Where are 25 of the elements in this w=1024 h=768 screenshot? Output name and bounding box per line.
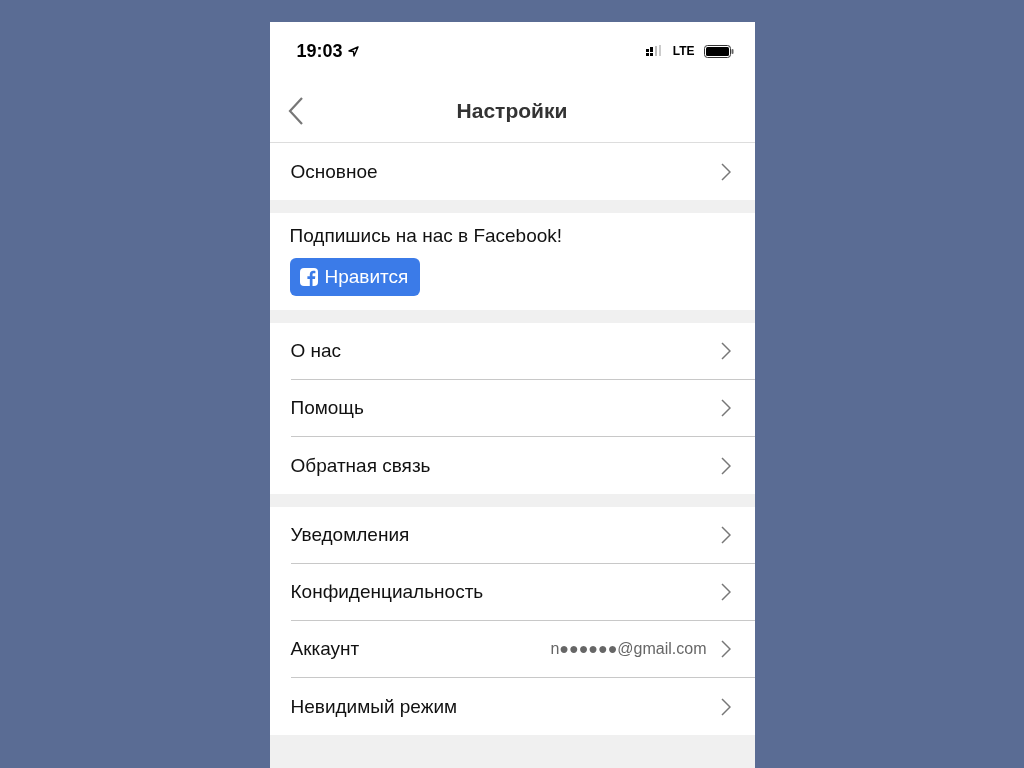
battery-icon xyxy=(703,44,734,58)
account-email: n●●●●●●@gmail.com xyxy=(550,640,707,658)
chevron-icon xyxy=(720,697,731,716)
chevron-icon xyxy=(720,640,731,658)
status-time: 19:03 xyxy=(296,40,343,62)
chevron-icon xyxy=(720,162,731,181)
promo-text: Подпишись на нас в Facebook! xyxy=(289,225,563,247)
chevron-icon xyxy=(720,399,731,417)
screen-title: Настройки xyxy=(456,99,568,123)
network-label: LTE xyxy=(672,44,695,58)
settings-row[interactable]: О нас xyxy=(290,323,755,380)
back-icon[interactable] xyxy=(287,96,304,126)
like-button[interactable]: Нравится xyxy=(289,258,421,296)
settings-row[interactable]: Невидимый режим xyxy=(290,678,755,735)
settings-row[interactable]: Аккаунт n●●●●●●@gmail.com xyxy=(290,621,755,678)
chevron-icon xyxy=(720,526,731,544)
settings-row[interactable]: Обратная связь xyxy=(290,437,755,494)
settings-row[interactable]: Помощь xyxy=(290,380,755,437)
location-arrow-icon xyxy=(347,45,359,57)
settings-row[interactable]: Конфиденциальность xyxy=(290,564,755,621)
chevron-icon xyxy=(720,456,731,475)
chevron-icon xyxy=(720,583,731,601)
chevron-icon xyxy=(720,342,731,360)
facebook-icon xyxy=(299,268,318,286)
settings-row[interactable]: Уведомления xyxy=(290,507,755,564)
